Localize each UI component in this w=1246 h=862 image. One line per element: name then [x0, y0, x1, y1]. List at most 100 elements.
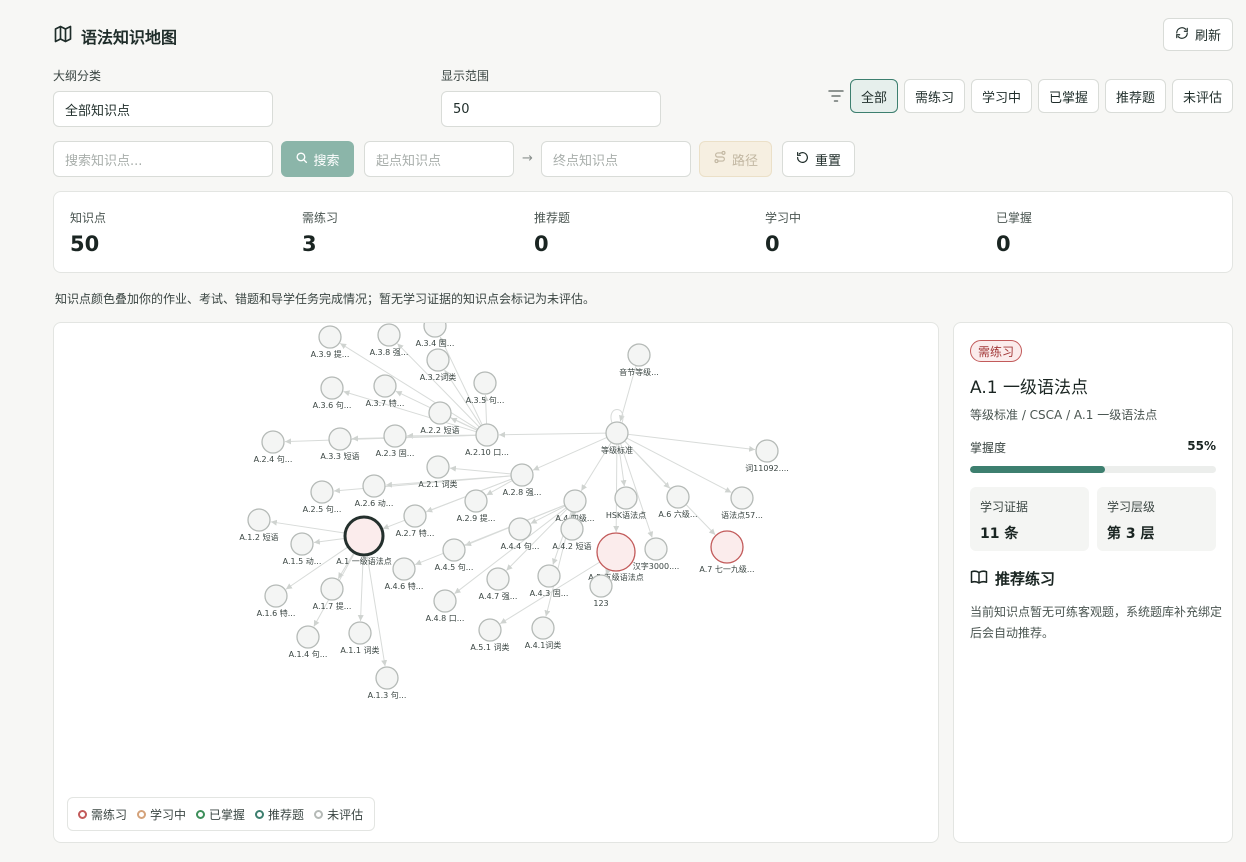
- graph-node[interactable]: A.4.3 固...: [530, 564, 569, 598]
- graph-node-circle[interactable]: [264, 584, 288, 608]
- graph-node[interactable]: 汉字3000....: [633, 537, 680, 571]
- graph-node[interactable]: A.1.3 句...: [368, 666, 407, 700]
- graph-node-circle[interactable]: [710, 530, 744, 564]
- graph-node[interactable]: HSK语法点: [606, 486, 646, 520]
- graph-node[interactable]: A.3.8 强...: [370, 323, 409, 357]
- range-input[interactable]: 50: [441, 91, 661, 127]
- graph-node[interactable]: A.4.8 口...: [426, 589, 465, 623]
- graph-node[interactable]: A.4.1词类: [525, 616, 562, 650]
- graph-node-circle[interactable]: [627, 343, 651, 367]
- search-button[interactable]: 搜索: [281, 141, 354, 177]
- graph-node-circle[interactable]: [531, 616, 555, 640]
- graph-node[interactable]: A.7 七一九级...: [699, 530, 755, 574]
- graph-node[interactable]: A.1.7 提...: [313, 577, 352, 611]
- graph-node-circle[interactable]: [383, 424, 407, 448]
- graph-node-circle[interactable]: [755, 439, 779, 463]
- graph-node[interactable]: A.2.1 词类: [418, 455, 458, 489]
- graph-node[interactable]: A.1 一级语法点: [336, 515, 392, 566]
- graph-node-circle[interactable]: [290, 532, 314, 556]
- graph-node[interactable]: A.1.5 动...: [283, 532, 322, 566]
- knowledge-graph[interactable]: A.3.4 固... A.3.9 提... A.3.8 强... A.3.2词类 音节等…: [53, 322, 939, 843]
- graph-node-circle[interactable]: [320, 376, 344, 400]
- graph-node[interactable]: A.3.5 句...: [466, 371, 505, 405]
- graph-node-circle[interactable]: [563, 489, 587, 513]
- graph-node[interactable]: A.2.4 句...: [254, 430, 293, 464]
- graph-node-circle[interactable]: [730, 486, 754, 510]
- graph-node[interactable]: A.2.3 固...: [376, 424, 415, 458]
- path-button[interactable]: 路径: [699, 141, 772, 177]
- graph-node-circle[interactable]: [426, 455, 450, 479]
- graph-node-circle[interactable]: [310, 480, 334, 504]
- graph-node[interactable]: 语法点57...: [721, 486, 763, 520]
- graph-node-circle[interactable]: [486, 567, 510, 591]
- graph-node-circle[interactable]: [464, 489, 488, 513]
- graph-node-circle[interactable]: [362, 474, 386, 498]
- graph-node[interactable]: 音节等级...: [619, 343, 659, 377]
- graph-node-circle[interactable]: [296, 625, 320, 649]
- graph-node[interactable]: A.2.5 句...: [303, 480, 342, 514]
- graph-node-circle[interactable]: [644, 537, 668, 561]
- graph-node[interactable]: A.2.6 动...: [355, 474, 394, 508]
- graph-node[interactable]: A.5.1 词类: [470, 618, 510, 652]
- graph-node[interactable]: A.6 六级...: [658, 485, 698, 519]
- graph-node[interactable]: A.1.6 特...: [257, 584, 296, 618]
- graph-node-circle[interactable]: [442, 538, 466, 562]
- graph-node-circle[interactable]: [375, 666, 399, 690]
- graph-node-circle[interactable]: [343, 515, 385, 557]
- outline-select[interactable]: 全部知识点: [53, 91, 273, 127]
- graph-node-circle[interactable]: [473, 371, 497, 395]
- graph-node[interactable]: 词11092....: [745, 439, 789, 473]
- graph-node-circle[interactable]: [666, 485, 690, 509]
- graph-node-circle[interactable]: [318, 325, 342, 349]
- start-node-input[interactable]: 起点知识点: [364, 141, 514, 177]
- graph-node[interactable]: A.1.1 词类: [340, 621, 380, 655]
- graph-node-circle[interactable]: [614, 486, 638, 510]
- graph-node-circle[interactable]: [423, 323, 447, 338]
- graph-node-circle[interactable]: [261, 430, 285, 454]
- graph-node[interactable]: A.5 五级语法点: [588, 532, 644, 582]
- graph-node-circle[interactable]: [320, 577, 344, 601]
- graph-node-circle[interactable]: [373, 374, 397, 398]
- graph-node[interactable]: A.3.4 固...: [416, 323, 455, 348]
- chip-unassessed[interactable]: 未评估: [1172, 79, 1233, 113]
- graph-node-circle[interactable]: [589, 574, 613, 598]
- reset-button[interactable]: 重置: [782, 141, 855, 177]
- chip-all[interactable]: 全部: [850, 79, 898, 113]
- graph-node[interactable]: A.3.3 短语: [320, 427, 360, 461]
- graph-node-circle[interactable]: [475, 423, 499, 447]
- graph-node[interactable]: 123: [589, 574, 613, 608]
- graph-node-circle[interactable]: [403, 504, 427, 528]
- graph-node-circle[interactable]: [348, 621, 372, 645]
- graph-node[interactable]: A.1.4 句...: [289, 625, 328, 659]
- graph-node-circle[interactable]: [537, 564, 561, 588]
- graph-node-circle[interactable]: [428, 401, 452, 425]
- graph-node[interactable]: A.2.9 提...: [457, 489, 496, 523]
- graph-node[interactable]: A.3.9 提...: [311, 325, 350, 359]
- chip-recommended[interactable]: 推荐题: [1105, 79, 1166, 113]
- graph-node[interactable]: A.2.10 口...: [465, 423, 509, 457]
- refresh-button[interactable]: 刷新: [1163, 18, 1233, 51]
- graph-node[interactable]: A.3.2词类: [420, 348, 457, 382]
- graph-node-circle[interactable]: [247, 508, 271, 532]
- end-node-input[interactable]: 终点知识点: [541, 141, 691, 177]
- graph-node[interactable]: A.4.4 句...: [501, 517, 540, 551]
- graph-node-circle[interactable]: [377, 323, 401, 347]
- graph-node[interactable]: A.3.6 句...: [313, 376, 352, 410]
- graph-node-circle[interactable]: [560, 517, 584, 541]
- chip-learning[interactable]: 学习中: [971, 79, 1032, 113]
- graph-node-circle[interactable]: [426, 348, 450, 372]
- graph-canvas[interactable]: A.3.4 固... A.3.9 提... A.3.8 强... A.3.2词类 音节等…: [54, 323, 939, 843]
- graph-node[interactable]: A.1.2 短语: [239, 508, 279, 542]
- search-input[interactable]: 搜索知识点...: [53, 141, 273, 177]
- graph-node-circle[interactable]: [596, 532, 636, 572]
- graph-node-circle[interactable]: [433, 589, 457, 613]
- graph-node-circle[interactable]: [510, 463, 534, 487]
- graph-node[interactable]: A.4.7 强...: [479, 567, 518, 601]
- graph-node-circle[interactable]: [328, 427, 352, 451]
- graph-node-circle[interactable]: [392, 557, 416, 581]
- chip-practice[interactable]: 需练习: [904, 79, 965, 113]
- graph-node-circle[interactable]: [605, 421, 629, 445]
- graph-node-circle[interactable]: [478, 618, 502, 642]
- graph-node-circle[interactable]: [508, 517, 532, 541]
- chip-mastered[interactable]: 已掌握: [1038, 79, 1099, 113]
